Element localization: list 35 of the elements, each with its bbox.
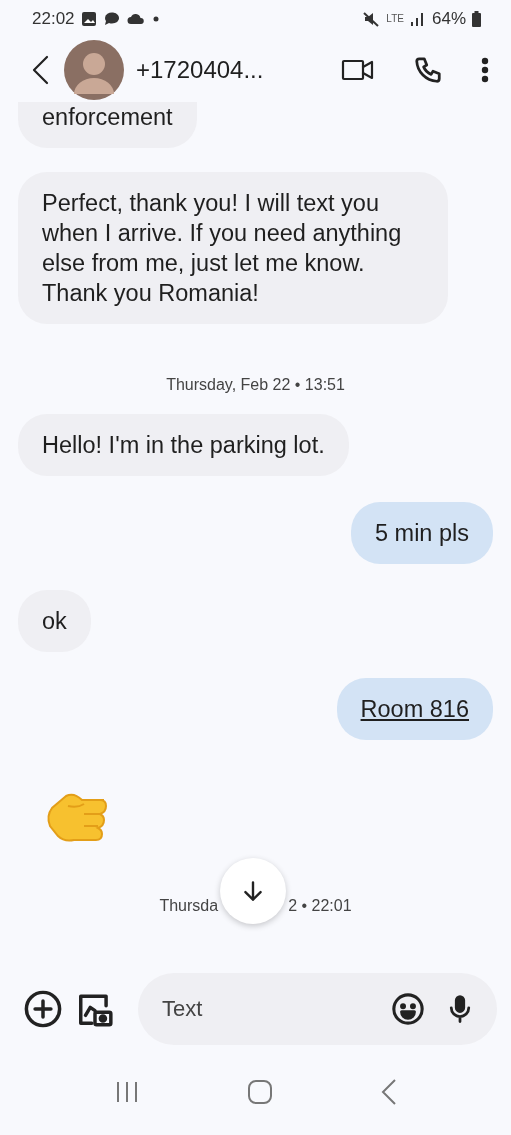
message-bubble: 5 min pls xyxy=(350,502,493,564)
home-button[interactable] xyxy=(246,1079,273,1105)
message-bubble: Perfect, thank you! I will text you when I arrive. If you need anything else from me, just let me know. Thank you Romania! xyxy=(18,172,448,324)
emoji-icon xyxy=(391,992,425,1026)
message-field[interactable]: Text xyxy=(160,995,371,1023)
date-divider: Thursda xyxy=(159,897,219,915)
back-nav-button[interactable] xyxy=(379,1078,398,1106)
signal-icon xyxy=(409,12,426,26)
date-divider: 2 • 22:01 xyxy=(288,897,352,915)
home-icon xyxy=(246,1079,273,1105)
scroll-down-button[interactable] xyxy=(220,858,287,924)
plus-icon xyxy=(24,990,62,1028)
message-bubble: ok xyxy=(18,590,91,652)
more-button[interactable] xyxy=(481,57,489,83)
battery-level: 64% xyxy=(431,9,466,29)
call-button[interactable] xyxy=(413,55,443,85)
date-divider: Thursday, Feb 22 • 13:51 xyxy=(166,376,345,394)
chat-icon xyxy=(102,11,121,27)
network-type: LTE xyxy=(386,14,404,24)
cloud-icon xyxy=(126,13,145,25)
clock: 22:02 xyxy=(32,9,75,29)
add-button[interactable] xyxy=(24,990,62,1028)
image-icon xyxy=(80,11,97,27)
battery-icon xyxy=(472,11,481,27)
more-icon xyxy=(481,57,489,83)
avatar xyxy=(64,40,124,100)
video-call-button[interactable] xyxy=(341,58,375,82)
message-bubble: Hello! I'm in the parking lot. xyxy=(18,414,349,476)
mute-icon xyxy=(362,11,381,27)
phone-icon xyxy=(413,55,443,85)
back-icon xyxy=(379,1078,398,1106)
link-message[interactable]: Room 816 xyxy=(336,678,493,740)
contact-name[interactable]: +1720404... xyxy=(136,56,264,84)
message-bubble: enforcement xyxy=(18,102,197,148)
video-camera-icon xyxy=(341,58,375,82)
